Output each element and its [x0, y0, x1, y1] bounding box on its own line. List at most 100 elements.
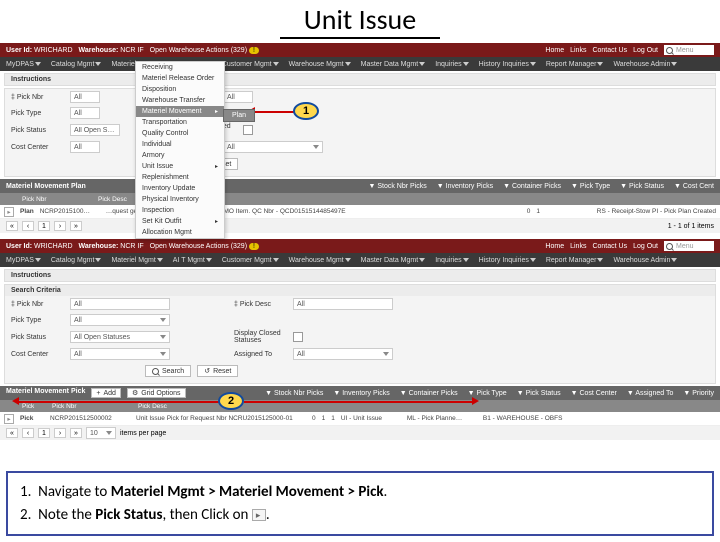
filter[interactable]: ▼ Container Picks	[400, 390, 458, 397]
menu-item-selected[interactable]: Materiel Movement▸	[136, 106, 224, 117]
nav-links[interactable]: Links	[570, 243, 586, 250]
filter[interactable]: ▼ Stock Nbr Picks	[368, 183, 426, 190]
assigned-field[interactable]: All	[293, 348, 393, 360]
callout-arrow-2a	[18, 401, 220, 403]
filter[interactable]: ▼ Pick Status	[517, 390, 561, 397]
menu-item[interactable]: Receiving	[136, 62, 224, 73]
nav-warehouse[interactable]: Warehouse Mgmt	[289, 257, 351, 264]
page-next-icon[interactable]: ›	[54, 221, 66, 231]
page-prev-icon[interactable]: ‹	[22, 221, 34, 231]
add-button[interactable]: + Add	[91, 388, 121, 398]
assigned-field[interactable]: All	[223, 141, 323, 153]
cost-center-field[interactable]: All	[70, 348, 170, 360]
nav-whadmin[interactable]: Warehouse Admin	[613, 61, 677, 68]
nav-customer[interactable]: Customer Mgmt	[222, 61, 279, 68]
filter[interactable]: ▼ Pick Type	[571, 183, 610, 190]
menu-item[interactable]: Unit Issue▸	[136, 161, 224, 172]
nav-home[interactable]: Home	[545, 243, 564, 250]
menu-item[interactable]: Set Kit Outfit▸	[136, 216, 224, 227]
flyout-plan[interactable]: Plan	[223, 109, 255, 122]
table-row[interactable]: ▸ Pick NCRP201512500002 Unit Issue Pick …	[0, 412, 720, 426]
filter[interactable]: ▼ Cost Cent	[674, 183, 714, 190]
nav-contact[interactable]: Contact Us	[592, 243, 627, 250]
page-first-icon[interactable]: «	[6, 428, 18, 438]
filter[interactable]: ▼ Pick Status	[620, 183, 664, 190]
menu-item[interactable]: Allocation Mgmt	[136, 227, 224, 238]
menu-item[interactable]: Replenishment	[136, 172, 224, 183]
filter[interactable]: ▼ Stock Nbr Picks	[265, 390, 323, 397]
menu-item[interactable]: Transportation	[136, 117, 224, 128]
reset-button[interactable]: ↺Reset	[197, 365, 238, 377]
nav-report[interactable]: Report Manager	[546, 257, 604, 264]
page-next-icon[interactable]: ›	[54, 428, 66, 438]
open-actions[interactable]: Open Warehouse Actions (329) !	[150, 243, 259, 250]
nav-master[interactable]: Master Data Mgmt	[361, 257, 426, 264]
nav-warehouse[interactable]: Warehouse Mgmt	[289, 61, 351, 68]
nav-inquiries[interactable]: Inquiries	[435, 257, 468, 264]
open-actions[interactable]: Open Warehouse Actions (329) !	[150, 47, 259, 54]
menu-item[interactable]: Materiel Release Order	[136, 73, 224, 84]
nav-materiel[interactable]: Materiel Mgmt	[111, 257, 162, 264]
nav-whadmin[interactable]: Warehouse Admin	[613, 257, 677, 264]
filter[interactable]: ▼ Priority	[683, 390, 714, 397]
pick-nbr-field[interactable]: All	[70, 298, 170, 310]
filter[interactable]: ▼ Inventory Picks	[333, 390, 389, 397]
nav-inquiries[interactable]: Inquiries	[435, 61, 468, 68]
nav-contact[interactable]: Contact Us	[592, 47, 627, 54]
nav-logout[interactable]: Log Out	[633, 47, 658, 54]
nav-customer[interactable]: Customer Mgmt	[222, 257, 279, 264]
nav-home[interactable]: Home	[545, 47, 564, 54]
menu-search[interactable]: Menu	[664, 241, 714, 251]
menu-item[interactable]: Warehouse Transfer	[136, 95, 224, 106]
menu-item[interactable]: Physical Inventory	[136, 194, 224, 205]
filter[interactable]: ▼ Assigned To	[627, 390, 674, 397]
pick-nbr-field[interactable]: All	[70, 91, 100, 103]
filter[interactable]: ▼ Pick Type	[468, 390, 507, 397]
menu-search[interactable]: Menu	[664, 45, 714, 55]
cost-center-field[interactable]: All	[70, 141, 100, 153]
filter[interactable]: ▼ Container Picks	[503, 183, 561, 190]
menu-item[interactable]: Inspection	[136, 205, 224, 216]
nav-history[interactable]: History Inquiries	[479, 61, 536, 68]
filter[interactable]: ▼ Inventory Picks	[437, 183, 493, 190]
per-page-field[interactable]: 10	[86, 427, 116, 439]
pick-type-field[interactable]: All	[70, 107, 100, 119]
nav-mydpas[interactable]: MyDPAS	[6, 257, 41, 264]
nav-links[interactable]: Links	[570, 47, 586, 54]
dcs-checkbox[interactable]	[243, 125, 253, 135]
nav-history[interactable]: History Inquiries	[479, 257, 536, 264]
nav-ait[interactable]: AI T Mgmt	[173, 257, 212, 264]
pick-status-label: Pick Status	[11, 334, 66, 341]
callout-arrow-2b	[244, 401, 474, 403]
table-row[interactable]: ▸ Plan NCRP2015100… …quest generated fro…	[0, 205, 720, 219]
pick-status-field[interactable]: All Open Statuses	[70, 331, 170, 343]
nav-catalog[interactable]: Catalog Mgmt	[51, 257, 102, 264]
search-button[interactable]: Search	[145, 365, 191, 377]
page-last-icon[interactable]: »	[70, 428, 82, 438]
nav-mydpas[interactable]: MyDPAS	[6, 61, 41, 68]
pick-status-field[interactable]: All Open Statuses	[70, 124, 120, 136]
warehouse-label: Warehouse: NCR IF	[79, 47, 144, 54]
nav-report[interactable]: Report Manager	[546, 61, 604, 68]
filter[interactable]: ▼ Cost Center	[571, 390, 617, 397]
menu-item[interactable]: Individual	[136, 139, 224, 150]
pick-desc-field[interactable]: All	[293, 298, 393, 310]
menu-item[interactable]: Quality Control	[136, 128, 224, 139]
instruction-step-1: 1. Navigate to Materiel Mgmt > Materiel …	[20, 481, 700, 504]
menu-item[interactable]: Disposition	[136, 84, 224, 95]
nav-catalog[interactable]: Catalog Mgmt	[51, 61, 102, 68]
nav-master[interactable]: Master Data Mgmt	[361, 61, 426, 68]
grid-options-button[interactable]: ⚙ Grid Options	[127, 388, 186, 398]
menu-item[interactable]: Armory	[136, 150, 224, 161]
pick-type-field[interactable]: All	[70, 314, 170, 326]
page-prev-icon[interactable]: ‹	[22, 428, 34, 438]
expand-icon[interactable]: ▸	[4, 414, 14, 424]
dcs-checkbox[interactable]	[293, 332, 303, 342]
expand-icon[interactable]: ▸	[4, 207, 14, 217]
pick-desc-field[interactable]: All	[223, 91, 253, 103]
instructions-box: 1. Navigate to Materiel Mgmt > Materiel …	[6, 471, 714, 536]
page-last-icon[interactable]: »	[70, 221, 82, 231]
page-first-icon[interactable]: «	[6, 221, 18, 231]
menu-item[interactable]: Inventory Update	[136, 183, 224, 194]
nav-logout[interactable]: Log Out	[633, 243, 658, 250]
